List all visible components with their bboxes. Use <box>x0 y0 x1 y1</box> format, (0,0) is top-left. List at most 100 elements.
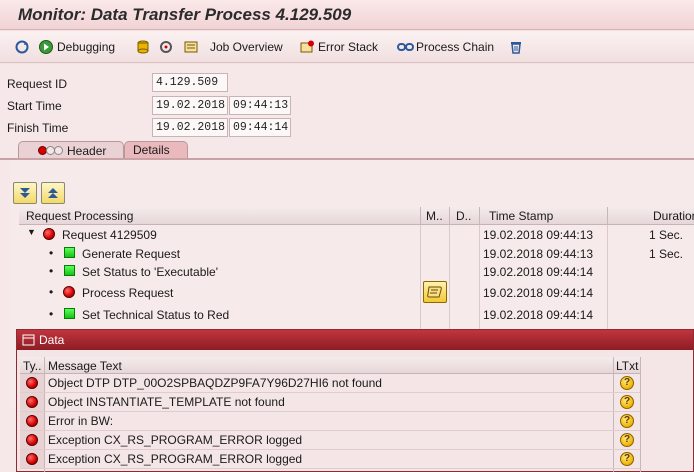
col-d[interactable]: D.. <box>456 209 471 223</box>
message-table-header: Ty.. Message Text LTxt <box>20 357 640 374</box>
message-text: Exception CX_RS_PROGRAM_ERROR logged <box>48 452 303 466</box>
help-icon[interactable]: ? <box>620 376 634 390</box>
traffic-light-icon <box>38 146 64 156</box>
col-time-stamp[interactable]: Time Stamp <box>489 209 553 223</box>
target-gear-icon <box>160 41 172 53</box>
message-row[interactable]: Exception CX_RS_PROGRAM_ERROR logged ? <box>20 431 640 450</box>
refresh-icon <box>15 40 29 54</box>
window-title: Monitor: Data Transfer Process 4.129.509 <box>18 5 352 24</box>
delete-button[interactable] <box>508 38 524 56</box>
job-overview-button[interactable]: Job Overview <box>183 38 283 56</box>
message-row[interactable]: Object INSTANTIATE_TEMPLATE not found ? <box>20 393 640 412</box>
tree-bullet: • <box>49 307 54 321</box>
collapse-node-icon[interactable]: ▼ <box>27 227 36 237</box>
message-row[interactable]: Error in BW: ? <box>20 412 640 431</box>
title-bar: Monitor: Data Transfer Process 4.129.509 <box>0 0 694 30</box>
tree-row-duration: 1 Sec. <box>649 247 684 261</box>
tree-bullet: • <box>49 285 54 299</box>
tree-bullet: • <box>49 246 54 260</box>
request-id-field[interactable]: 4.129.509 <box>152 73 228 92</box>
tree-row-label: Generate Request <box>82 247 181 261</box>
error-icon <box>26 453 38 465</box>
red-status-icon <box>43 228 55 240</box>
tree-row[interactable]: • Set Status to 'Executable' 19.02.2018 … <box>19 262 694 282</box>
tree-row-label: Set Status to 'Executable' <box>82 265 218 279</box>
error-icon <box>26 377 38 389</box>
start-date-field[interactable]: 19.02.2018 <box>152 96 228 115</box>
tree-row-timestamp: 19.02.2018 09:44:13 <box>483 247 594 261</box>
tab-details[interactable]: Details <box>124 141 188 159</box>
start-time-field[interactable]: 09:44:13 <box>229 96 291 115</box>
popup-title-bar[interactable]: Data <box>17 330 693 350</box>
tree-row[interactable]: ▼ Request 4129509 19.02.2018 09:44:13 1 … <box>19 225 694 245</box>
finish-time-field[interactable]: 09:44:14 <box>229 118 291 137</box>
help-icon[interactable]: ? <box>620 433 634 447</box>
settings-button[interactable] <box>158 38 174 56</box>
tab-details-label: Details <box>133 143 170 157</box>
popup-title: Data <box>39 333 65 347</box>
tree-row[interactable]: • Generate Request 19.02.2018 09:44:13 1… <box>19 244 694 264</box>
process-chain-button[interactable]: Process Chain <box>397 38 494 56</box>
help-icon[interactable]: ? <box>620 395 634 409</box>
finish-date-field[interactable]: 19.02.2018 <box>152 118 228 137</box>
message-text: Object DTP DTP_00O2SPBAQDZP9FA7Y96D27HI6… <box>48 376 382 390</box>
message-row[interactable]: Object DTP DTP_00O2SPBAQDZP9FA7Y96D27HI6… <box>20 374 640 393</box>
debugging-label: Debugging <box>57 40 116 54</box>
debug-icon <box>39 40 53 54</box>
error-stack-button[interactable]: Error Stack <box>299 38 378 56</box>
database-button[interactable] <box>135 38 151 56</box>
application-toolbar: Debugging Job Overview Error Stack Proce… <box>0 31 694 63</box>
tree-row-timestamp: 19.02.2018 09:44:13 <box>483 228 594 242</box>
tree-row-label: Process Request <box>82 286 174 300</box>
tree-row[interactable]: • Set Technical Status to Red 19.02.2018… <box>19 305 694 325</box>
help-icon[interactable]: ? <box>620 414 634 428</box>
tab-strip: Header Details <box>0 141 694 159</box>
request-id-label: Request ID <box>7 77 68 91</box>
tree-header: Request Processing M.. D.. Time Stamp Du… <box>19 207 694 225</box>
message-button[interactable] <box>423 281 447 303</box>
data-popup: Data Ty.. Message Text LTxt Object DTP D… <box>16 329 694 472</box>
tree-row-label: Request 4129509 <box>62 228 157 242</box>
col-m[interactable]: M.. <box>426 209 443 223</box>
col-message-text[interactable]: Message Text <box>48 359 122 373</box>
tree-row-label: Set Technical Status to Red <box>82 308 230 322</box>
message-text: Object INSTANTIATE_TEMPLATE not found <box>48 395 285 409</box>
tree-row[interactable]: • Process Request 19.02.2018 09:44:14 <box>19 281 694 303</box>
collapse-all-icon <box>48 188 58 198</box>
expand-all-button[interactable] <box>13 182 37 204</box>
green-status-icon <box>64 247 75 258</box>
collapse-all-button[interactable] <box>41 182 65 204</box>
tree-row-timestamp: 19.02.2018 09:44:14 <box>483 308 594 322</box>
col-type[interactable]: Ty.. <box>23 359 41 373</box>
tab-header[interactable]: Header <box>18 141 124 159</box>
col-request-processing[interactable]: Request Processing <box>26 209 133 223</box>
message-row[interactable]: Exception CX_RS_PROGRAM_ERROR logged ? <box>20 450 640 469</box>
col-duration[interactable]: Duration <box>653 209 694 223</box>
debugging-button[interactable]: Debugging <box>38 38 115 56</box>
red-status-icon <box>63 286 75 298</box>
database-icon <box>137 40 149 54</box>
col-long-text[interactable]: LTxt <box>616 359 638 373</box>
error-icon <box>26 434 38 446</box>
start-time-label: Start Time <box>7 99 62 113</box>
tree-bullet: • <box>49 264 54 278</box>
popup-window-icon <box>22 334 35 346</box>
trash-icon <box>511 42 521 54</box>
error-stack-icon <box>300 40 314 53</box>
tree-row-timestamp: 19.02.2018 09:44:14 <box>483 265 594 279</box>
message-scroll-icon <box>427 286 442 298</box>
message-text: Error in BW: <box>48 414 114 428</box>
error-stack-label: Error Stack <box>318 40 379 54</box>
error-icon <box>26 396 38 408</box>
process-chain-label: Process Chain <box>416 40 495 54</box>
refresh-button[interactable] <box>14 38 30 56</box>
message-table: Ty.. Message Text LTxt Object DTP DTP_00… <box>20 357 694 472</box>
green-status-icon <box>64 308 75 319</box>
message-text: Exception CX_RS_PROGRAM_ERROR logged <box>48 433 303 447</box>
help-icon[interactable]: ? <box>620 452 634 466</box>
finish-time-label: Finish Time <box>7 121 69 135</box>
expand-all-icon <box>20 188 30 198</box>
job-icon <box>184 41 198 53</box>
green-status-icon <box>64 265 75 276</box>
error-icon <box>26 415 38 427</box>
